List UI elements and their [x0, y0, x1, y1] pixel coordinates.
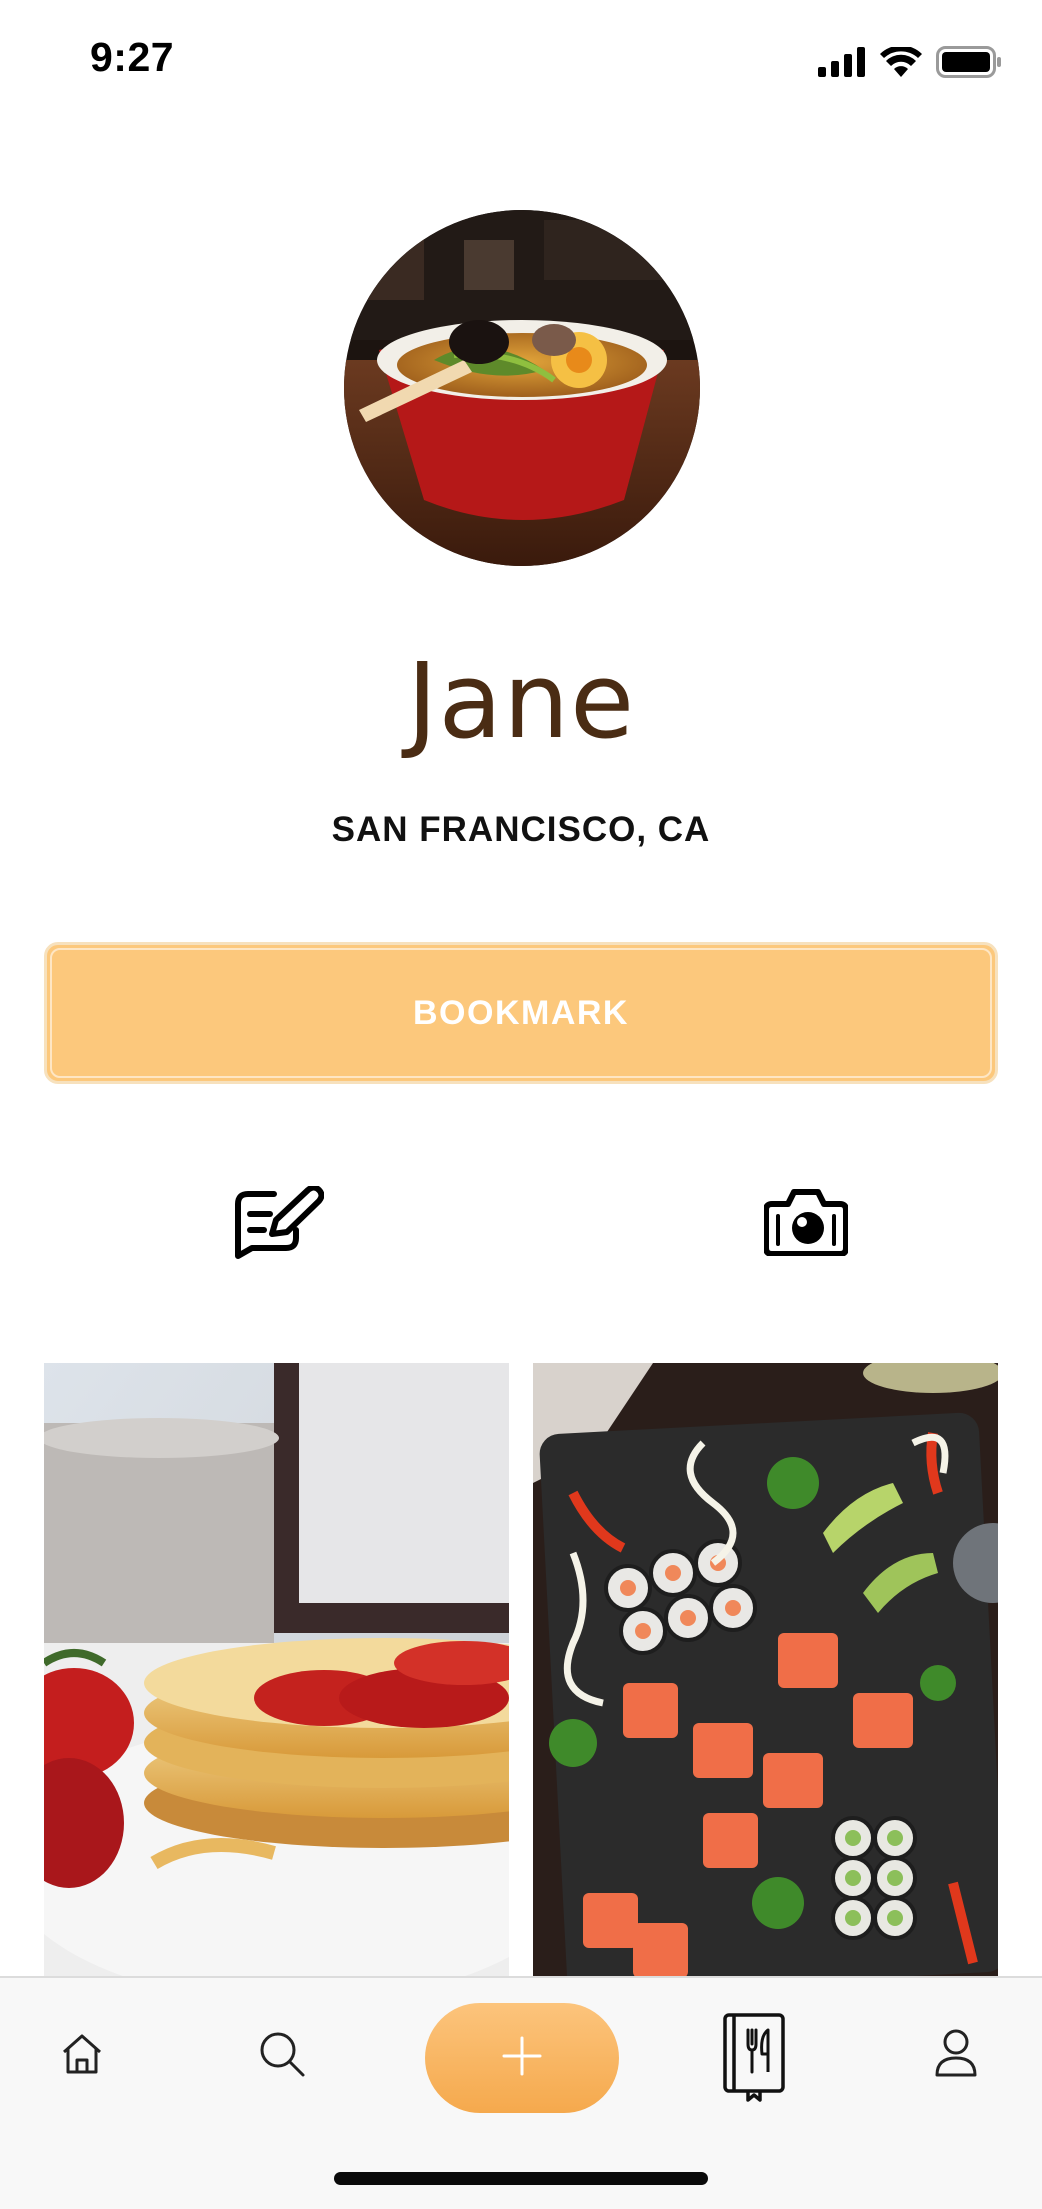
profile-location: SAN FRANCISCO, CA [331, 810, 711, 849]
tab-home[interactable] [60, 2032, 104, 2081]
tab-recipe-book[interactable] [722, 2012, 786, 2107]
battery-icon [936, 45, 1002, 83]
cellular-signal-icon [818, 46, 866, 82]
profile-avatar[interactable] [344, 210, 700, 566]
status-bar: 9:27 [0, 0, 1042, 130]
add-button[interactable] [425, 2003, 619, 2113]
profile-name: Jane [406, 640, 636, 762]
search-icon [258, 2032, 306, 2082]
camera-utensils-icon[interactable] [763, 1186, 849, 1261]
photo-sushi[interactable] [533, 1363, 998, 1976]
tab-profile[interactable] [934, 2028, 978, 2083]
recipe-book-icon [722, 2013, 786, 2106]
user-icon [934, 2029, 978, 2082]
wifi-icon [880, 44, 922, 82]
plus-icon [502, 2036, 542, 2081]
tab-search[interactable] [258, 2030, 306, 2083]
home-icon [60, 2034, 104, 2080]
home-indicator [334, 2172, 708, 2185]
status-icons [818, 44, 1002, 84]
edit-note-icon[interactable] [234, 1184, 325, 1269]
photo-pancakes[interactable] [44, 1363, 509, 1976]
status-time: 9:27 [90, 34, 175, 80]
bookmark-button[interactable]: BOOKMARK [44, 942, 998, 1084]
